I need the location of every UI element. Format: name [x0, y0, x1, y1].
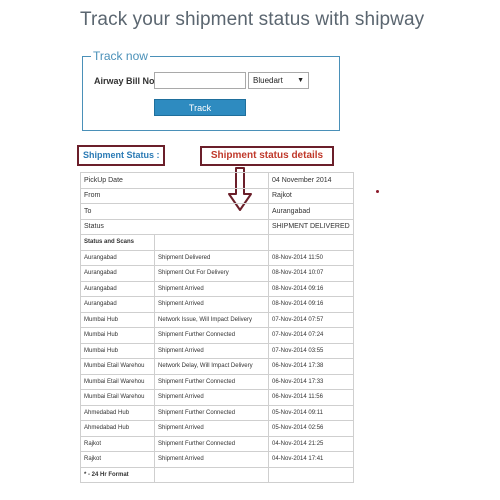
courier-selected-value: Bluedart: [253, 76, 283, 85]
scan-location: Mumbai Hub: [80, 311, 155, 328]
scan-location: Aurangabad: [80, 296, 155, 313]
page-title: Track your shipment status with shipway: [80, 9, 425, 30]
airway-bill-input[interactable]: [154, 72, 246, 89]
scan-status: Shipment Arrived: [154, 389, 269, 406]
scans-header-row: Status and Scans: [80, 234, 354, 251]
scan-row: Mumbai Hub Network Issue, Will Impact Del…: [80, 311, 354, 328]
scan-status: Shipment Arrived: [154, 451, 269, 468]
scan-status: Shipment Further Connected: [154, 404, 269, 421]
scan-row: Mumbai Hub Shipment Further Connected 07-N…: [80, 327, 354, 344]
scans-header: Status and Scans: [80, 234, 155, 251]
track-button[interactable]: Track: [154, 99, 246, 116]
scan-row: Mumbai Etail Warehou Network Delay, Will …: [80, 358, 354, 375]
track-now-fieldset: [82, 56, 340, 131]
scan-datetime: 08-Nov-2014 11:50: [268, 249, 354, 266]
scan-datetime: 05-Nov-2014 09:11: [268, 404, 354, 421]
empty-cell: [154, 234, 269, 251]
empty-cell: [268, 466, 354, 483]
scan-status: Shipment Arrived: [154, 420, 269, 437]
scan-location: Mumbai Hub: [80, 342, 155, 359]
scan-datetime: 04-Nov-2014 21:25: [268, 435, 354, 452]
scan-status: Network Delay, Will Impact Delivery: [154, 358, 269, 375]
scan-row: Ahmedabad Hub Shipment Arrived 05-Nov-2014…: [80, 420, 354, 437]
scan-location: Mumbai Etail Warehou: [80, 389, 155, 406]
scan-row: Aurangabad Shipment Out For Delivery 08-No…: [80, 265, 354, 282]
summary-row: Status SHIPMENT DELIVERED: [80, 218, 354, 235]
scan-row: Mumbai Hub Shipment Arrived 07-Nov-2014 03…: [80, 342, 354, 359]
dropdown-arrow-icon: ▼: [297, 77, 304, 84]
footer-note: * - 24 Hr Format: [80, 466, 155, 483]
airway-bill-label: Airway Bill No:: [94, 76, 158, 86]
summary-value: Rajkot: [268, 187, 354, 204]
scan-row: Mumbai Etail Warehou Shipment Arrived 06-N…: [80, 389, 354, 406]
scan-datetime: 04-Nov-2014 17:41: [268, 451, 354, 468]
scan-datetime: 07-Nov-2014 07:24: [268, 327, 354, 344]
summary-label: Status: [80, 218, 269, 235]
scan-datetime: 07-Nov-2014 07:57: [268, 311, 354, 328]
scan-location: Aurangabad: [80, 280, 155, 297]
scan-location: Mumbai Etail Warehou: [80, 358, 155, 375]
summary-label: To: [80, 203, 269, 220]
summary-label: From: [80, 187, 269, 204]
scan-row: Aurangabad Shipment Delivered 08-Nov-2014 …: [80, 249, 354, 266]
scan-location: Mumbai Etail Warehou: [80, 373, 155, 390]
summary-row: PickUp Date 04 November 2014: [80, 172, 354, 189]
scan-row: Aurangabad Shipment Arrived 08-Nov-2014 09…: [80, 296, 354, 313]
summary-value: SHIPMENT DELIVERED: [268, 218, 354, 235]
scan-status: Shipment Arrived: [154, 280, 269, 297]
scan-status: Shipment Arrived: [154, 342, 269, 359]
scan-datetime: 08-Nov-2014 10:07: [268, 265, 354, 282]
scan-datetime: 07-Nov-2014 03:55: [268, 342, 354, 359]
scan-status: Shipment Further Connected: [154, 373, 269, 390]
scan-location: Aurangabad: [80, 249, 155, 266]
scan-row: Ahmedabad Hub Shipment Further Connected 0…: [80, 404, 354, 421]
scan-status: Network Issue, Will Impact Delivery: [154, 311, 269, 328]
scan-location: Rajkot: [80, 451, 155, 468]
scan-row: Mumbai Etail Warehou Shipment Further Con…: [80, 373, 354, 390]
scan-datetime: 05-Nov-2014 02:56: [268, 420, 354, 437]
shipment-status-label: Shipment Status :: [77, 145, 165, 166]
scan-status: Shipment Delivered: [154, 249, 269, 266]
scan-datetime: 06-Nov-2014 17:38: [268, 358, 354, 375]
scan-datetime: 06-Nov-2014 17:33: [268, 373, 354, 390]
scan-status: Shipment Arrived: [154, 296, 269, 313]
scan-status: Shipment Further Connected: [154, 327, 269, 344]
shipment-status-details-callout: Shipment status details: [200, 146, 334, 166]
red-dot: [376, 190, 379, 193]
scan-location: Ahmedabad Hub: [80, 420, 155, 437]
track-now-legend: Track now: [91, 49, 150, 63]
footer-row: * - 24 Hr Format: [80, 466, 354, 483]
scan-status: Shipment Further Connected: [154, 435, 269, 452]
scan-datetime: 06-Nov-2014 11:56: [268, 389, 354, 406]
scan-row: Rajkot Shipment Arrived 04-Nov-2014 17:41: [80, 451, 354, 468]
summary-value: Aurangabad: [268, 203, 354, 220]
summary-label: PickUp Date: [80, 172, 269, 189]
scan-location: Aurangabad: [80, 265, 155, 282]
scan-location: Mumbai Hub: [80, 327, 155, 344]
summary-row: To Aurangabad: [80, 203, 354, 220]
scan-location: Ahmedabad Hub: [80, 404, 155, 421]
scan-datetime: 08-Nov-2014 09:16: [268, 296, 354, 313]
summary-row: From Rajkot: [80, 187, 354, 204]
courier-select[interactable]: Bluedart ▼: [248, 72, 309, 89]
scan-row: Rajkot Shipment Further Connected 04-Nov-2…: [80, 435, 354, 452]
shipment-status-table: PickUp Date 04 November 2014 From Rajkot To A…: [80, 172, 354, 483]
scan-status: Shipment Out For Delivery: [154, 265, 269, 282]
empty-cell: [268, 234, 354, 251]
empty-cell: [154, 466, 269, 483]
summary-value: 04 November 2014: [268, 172, 354, 189]
scan-row: Aurangabad Shipment Arrived 08-Nov-2014 09…: [80, 280, 354, 297]
scan-datetime: 08-Nov-2014 09:16: [268, 280, 354, 297]
scan-location: Rajkot: [80, 435, 155, 452]
